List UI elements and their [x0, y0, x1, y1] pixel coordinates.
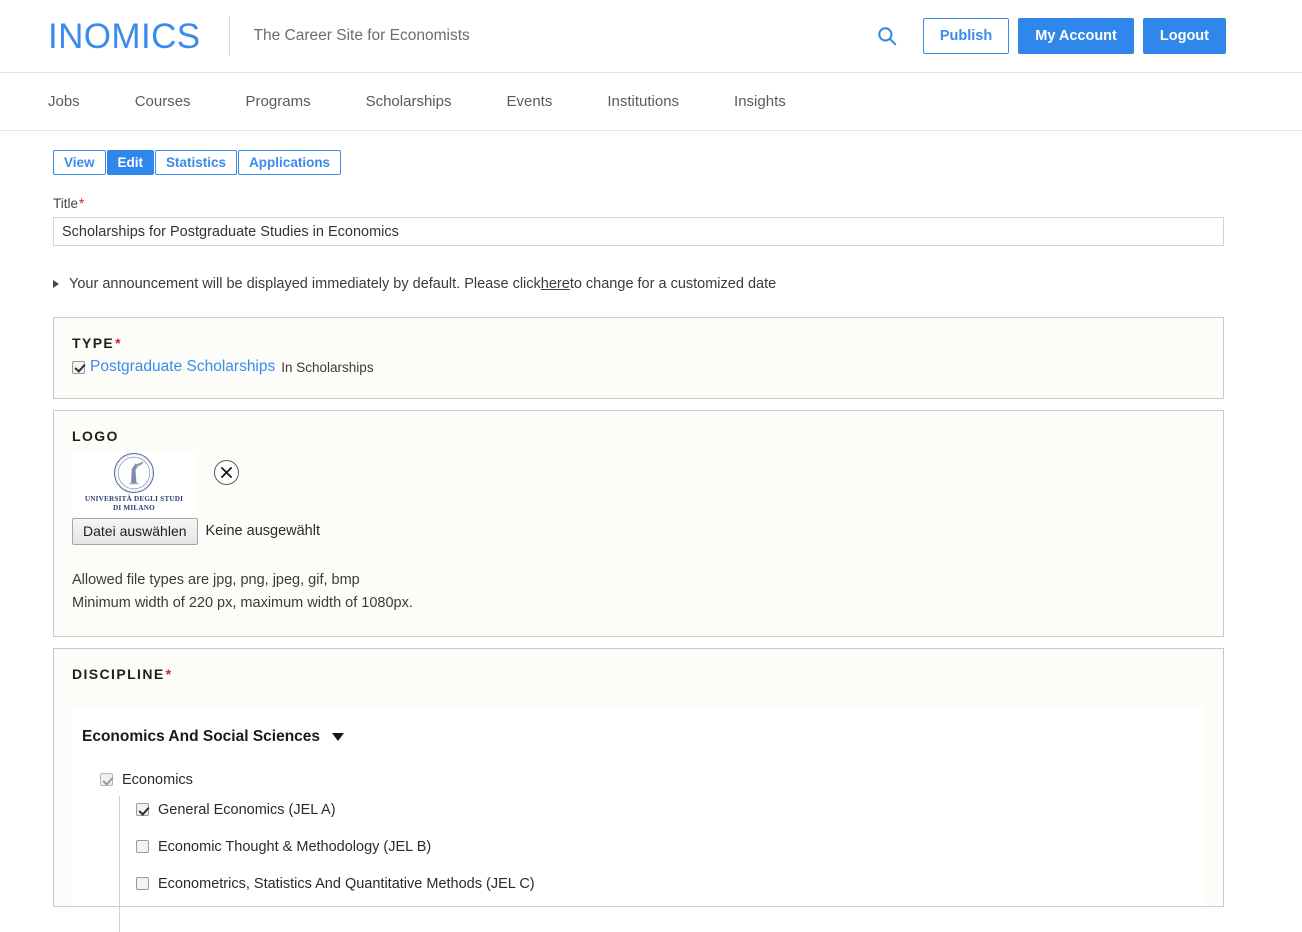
required-marker: *: [165, 665, 173, 682]
discipline-panel: DISCIPLINE* Economics And Social Science…: [53, 647, 1224, 932]
tab-view[interactable]: View: [53, 150, 106, 175]
discipline-child-row: Econometrics, Statistics And Quantitativ…: [136, 876, 1205, 892]
brand-divider: [228, 16, 230, 56]
required-marker: *: [79, 196, 85, 211]
discipline-child-label[interactable]: General Economics (JEL A): [158, 802, 336, 818]
discipline-child-label[interactable]: Economic Thought & Methodology (JEL B): [158, 839, 431, 855]
logout-button[interactable]: Logout: [1142, 18, 1226, 54]
nav-item-programs[interactable]: Programs: [246, 93, 311, 110]
my-account-button[interactable]: My Account: [1018, 18, 1134, 54]
logo-hint-line1: Allowed file types are jpg, png, jpeg, g…: [72, 571, 360, 588]
title-input[interactable]: [53, 217, 1224, 246]
announcement-text-before: Your announcement will be displayed imme…: [69, 276, 541, 292]
required-marker: *: [115, 335, 123, 351]
edit-tabbar: View Edit Statistics Applications: [0, 131, 1302, 175]
discipline-title-text: DISCIPLINE: [72, 665, 165, 682]
discipline-child-checkbox[interactable]: [136, 803, 149, 817]
header-actions: Publish My Account Logout: [870, 18, 1226, 54]
type-title-text: TYPE: [72, 335, 115, 351]
type-option-row: Postgraduate Scholarships In Scholarship…: [72, 358, 1205, 376]
type-panel: TYPE* Postgraduate Scholarships In Schol…: [53, 317, 1224, 399]
disclosure-triangle-icon[interactable]: [53, 280, 59, 288]
search-icon[interactable]: [870, 19, 904, 53]
publish-button[interactable]: Publish: [922, 18, 1010, 54]
discipline-child-checkbox[interactable]: [136, 840, 149, 854]
logo-section-title: LOGO: [72, 428, 119, 444]
type-option-link[interactable]: Postgraduate Scholarships: [90, 358, 275, 376]
site-logo[interactable]: INOMICS: [48, 19, 201, 54]
file-status-text: Keine ausgewählt: [205, 523, 320, 540]
tab-statistics[interactable]: Statistics: [155, 150, 238, 175]
close-icon[interactable]: [214, 460, 239, 485]
nav-item-events[interactable]: Events: [506, 93, 552, 110]
discipline-group-header[interactable]: Economics And Social Sciences: [82, 728, 1205, 746]
title-input-wrap: [0, 217, 1302, 246]
logo-file-row: Datei auswählen Keine ausgewählt: [72, 518, 1205, 545]
announcement-row: Your announcement will be displayed imme…: [0, 246, 1302, 292]
choose-file-button[interactable]: Datei auswählen: [72, 518, 198, 545]
type-section-title: TYPE*: [72, 335, 1205, 351]
logo-area: UNIVERSITÀ DEGLI STUDI DI MILANO: [72, 452, 1205, 514]
discipline-child-row: General Economics (JEL A): [136, 802, 1205, 818]
nav-item-courses[interactable]: Courses: [135, 93, 191, 110]
discipline-group-label: Economics And Social Sciences: [82, 727, 321, 745]
discipline-tree: Economics And Social Sciences Economics …: [72, 705, 1205, 932]
chevron-down-icon[interactable]: [332, 732, 345, 741]
logo-panel: LOGO UNIVERSITÀ DEGLI STUDI DI MILANO Da…: [53, 410, 1224, 637]
site-header: INOMICS The Career Site for Economists P…: [0, 0, 1302, 73]
title-field-label: Title*: [0, 175, 1302, 217]
announcement-here-link[interactable]: here: [541, 276, 570, 292]
discipline-parent-label[interactable]: Economics: [122, 772, 193, 788]
title-label-text: Title: [53, 196, 79, 211]
nav-item-scholarships[interactable]: Scholarships: [366, 93, 452, 110]
nav-item-institutions[interactable]: Institutions: [607, 93, 679, 110]
logo-hint-line2: Minimum width of 220 px, maximum width o…: [72, 595, 413, 612]
brand-block[interactable]: INOMICS The Career Site for Economists: [48, 16, 470, 56]
logo-preview-image: UNIVERSITÀ DEGLI STUDI DI MILANO: [72, 452, 196, 514]
discipline-child-row: Economic Thought & Methodology (JEL B): [136, 839, 1205, 855]
logo-hint-text: Allowed file types are jpg, png, jpeg, g…: [72, 569, 1205, 616]
discipline-child-label[interactable]: Econometrics, Statistics And Quantitativ…: [158, 876, 535, 892]
discipline-parent-row: Economics: [82, 772, 1205, 788]
type-option-suffix: In Scholarships: [281, 359, 374, 375]
discipline-child-checkbox[interactable]: [136, 877, 149, 891]
discipline-section-title: DISCIPLINE*: [72, 666, 1205, 682]
main-content: View Edit Statistics Applications Title*…: [0, 131, 1302, 932]
tab-edit[interactable]: Edit: [106, 150, 155, 175]
site-tagline: The Career Site for Economists: [253, 27, 470, 44]
nav-item-insights[interactable]: Insights: [734, 93, 786, 110]
main-navigation: Jobs Courses Programs Scholarships Event…: [0, 73, 1302, 131]
tab-applications[interactable]: Applications: [238, 150, 342, 175]
announcement-text-after: to change for a customized date: [569, 276, 777, 292]
discipline-children: General Economics (JEL A) Economic Thoug…: [82, 795, 1205, 932]
logo-seal-line1: UNIVERSITÀ DEGLI STUDI: [84, 495, 184, 503]
discipline-parent-checkbox[interactable]: [100, 773, 113, 787]
type-checkbox[interactable]: [72, 360, 85, 374]
logo-seal-caption: UNIVERSITÀ DEGLI STUDI DI MILANO: [85, 495, 183, 513]
nav-item-jobs[interactable]: Jobs: [48, 93, 80, 110]
logo-seal-line2: DI MILANO: [113, 504, 155, 512]
